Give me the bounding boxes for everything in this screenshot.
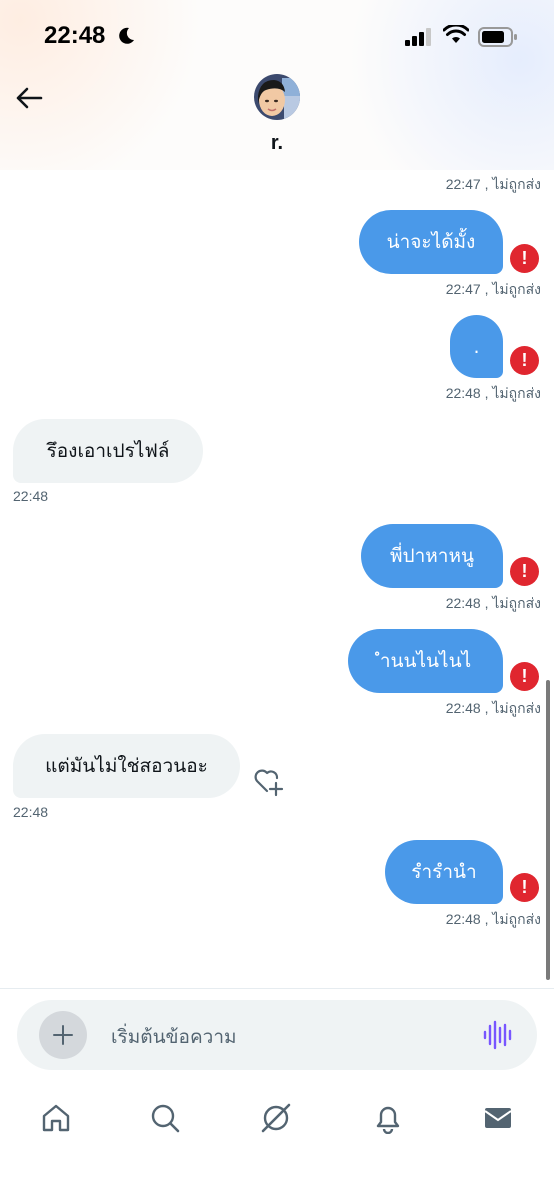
notifications-bell-icon — [376, 1106, 400, 1134]
avatar-image — [254, 74, 300, 120]
grok-icon — [261, 1103, 291, 1133]
avatar[interactable] — [254, 74, 300, 120]
status-bar: 22:48 — [0, 0, 554, 72]
nav-search[interactable] — [145, 1098, 185, 1138]
received-message-bubble[interactable]: แต่มันไม่ใช่สอวนอะ — [13, 734, 240, 798]
message-text: แต่มันไม่ใช่สอวนอะ — [45, 755, 208, 777]
message-input[interactable]: เริ่มต้นข้อความ — [111, 1022, 237, 1052]
message-text: รึองเอาเปรไฟล์ — [46, 440, 170, 462]
sent-message-bubble[interactable]: รำรำนำ — [385, 840, 503, 904]
moon-icon — [119, 27, 134, 44]
message-status: 22:48 , ไม่ถูกส่ง — [445, 700, 541, 716]
voice-message-icon[interactable] — [482, 1020, 512, 1050]
error-icon[interactable]: ! — [510, 244, 539, 273]
nav-messages[interactable] — [478, 1098, 518, 1138]
add-media-button[interactable] — [39, 1011, 87, 1059]
home-icon — [42, 1104, 70, 1132]
conversation[interactable]: 22:47 , ไม่ถูกส่ง น่าจะได้มั้ง ! 22:47 ,… — [0, 170, 554, 988]
message-text: รำรำนำ — [411, 861, 477, 883]
message-time: 22:48 — [13, 804, 49, 820]
message-status: 22:47 , ไม่ถูกส่ง — [445, 281, 541, 297]
add-reaction-icon[interactable] — [252, 765, 286, 797]
message-status: 22:48 , ไม่ถูกส่ง — [445, 385, 541, 401]
sent-message-bubble[interactable]: น่าจะได้มั้ง — [359, 210, 503, 274]
plus-icon — [53, 1025, 73, 1045]
search-icon — [151, 1104, 180, 1133]
divider — [0, 988, 554, 989]
contact-name[interactable]: r. — [0, 132, 554, 155]
error-icon[interactable]: ! — [510, 557, 539, 586]
error-icon[interactable]: ! — [510, 662, 539, 691]
message-text: พี่ปาหาหนู — [390, 545, 474, 567]
status-time: 22:48 — [44, 22, 106, 49]
nav-notifications[interactable] — [368, 1098, 408, 1138]
message-time: 22:48 — [13, 488, 49, 504]
battery-icon — [478, 27, 517, 47]
messages-envelope-icon — [484, 1108, 512, 1128]
nav-home[interactable] — [36, 1098, 76, 1138]
message-composer: เริ่มต้นข้อความ — [17, 1000, 537, 1070]
message-text: น่าจะได้มั้ง — [386, 231, 476, 253]
message-status: 22:48 , ไม่ถูกส่ง — [445, 595, 541, 611]
message-status: 22:47 , ไม่ถูกส่ง — [445, 176, 541, 192]
error-icon[interactable]: ! — [510, 346, 539, 375]
wifi-icon — [443, 25, 469, 43]
nav-grok[interactable] — [256, 1098, 296, 1138]
sent-message-bubble[interactable]: พี่ปาหาหนู — [361, 524, 503, 588]
message-status: 22:48 , ไม่ถูกส่ง — [445, 911, 541, 927]
back-arrow-icon[interactable] — [14, 84, 44, 112]
sent-message-bubble[interactable]: ำนนไนไนไ — [348, 629, 503, 693]
scrollbar[interactable] — [546, 680, 550, 980]
message-text: ำนนไนไนไ — [379, 650, 472, 672]
bottom-navigation — [0, 1088, 554, 1148]
sent-message-bubble[interactable]: . — [450, 315, 503, 378]
error-icon[interactable]: ! — [510, 873, 539, 902]
received-message-bubble[interactable]: รึองเอาเปรไฟล์ — [13, 419, 203, 483]
message-text: . — [473, 335, 480, 358]
signal-icon — [405, 28, 431, 46]
